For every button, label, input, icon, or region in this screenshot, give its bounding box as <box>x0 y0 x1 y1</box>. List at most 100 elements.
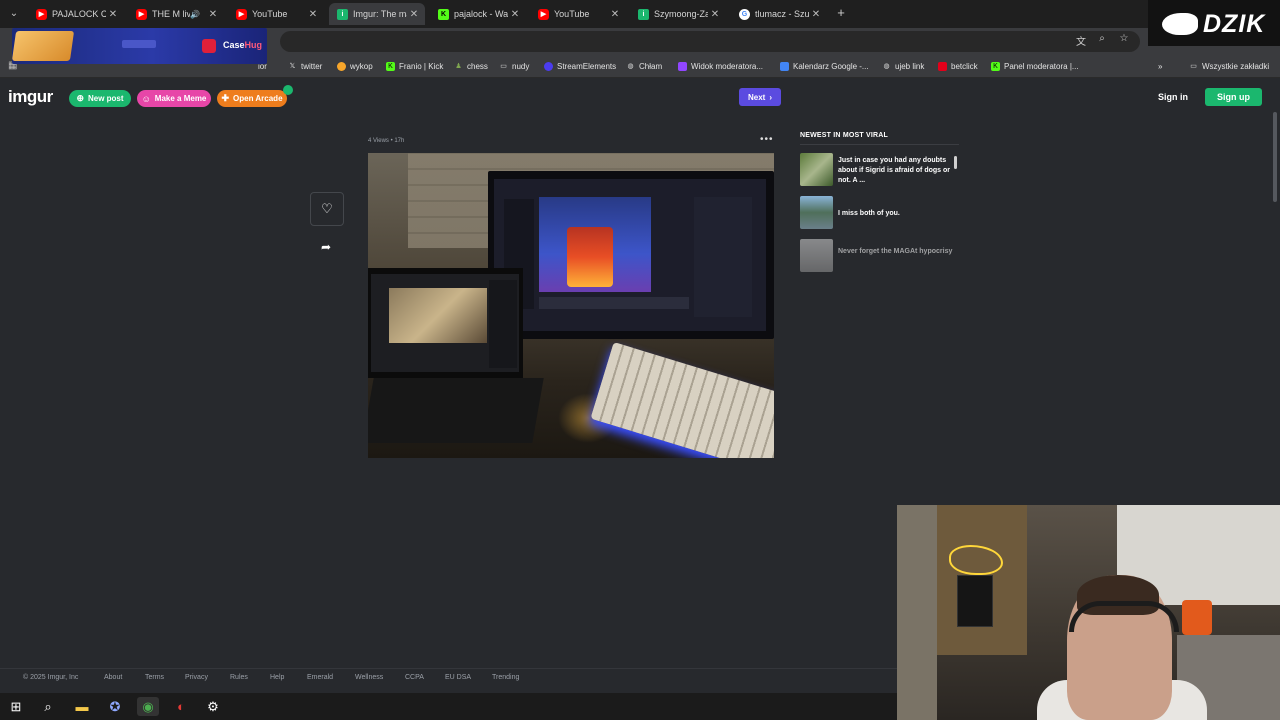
laptop-screen <box>371 274 519 372</box>
more-options-icon[interactable]: ••• <box>760 134 774 145</box>
bookmark-ujeb-link[interactable]: ◍ ujeb link <box>882 60 924 72</box>
close-icon[interactable]: ✕ <box>106 9 120 20</box>
monitor-chat <box>694 197 752 317</box>
bookmark-nudy[interactable]: ▭ nudy <box>499 60 529 72</box>
bookmark-chess[interactable]: ♟ chess <box>454 60 488 72</box>
bookmark-betclick[interactable]: betclick <box>938 60 978 72</box>
share-arrow-icon[interactable]: ➦ <box>318 240 334 256</box>
betclick-icon <box>938 61 947 71</box>
gamepad-icon: ✚ <box>221 93 230 103</box>
bookmark-kalendarz[interactable]: Kalendarz Google -... <box>780 60 869 72</box>
viral-item[interactable]: Never forget the MAGAt hypocrisy <box>800 239 959 273</box>
speaker-icon[interactable]: 🔊 <box>190 10 200 19</box>
tab-title: Szymoong-Zap <box>654 9 708 19</box>
close-icon[interactable]: ✕ <box>306 9 320 20</box>
laptop-video <box>389 288 487 343</box>
close-icon[interactable]: ✕ <box>809 9 823 20</box>
bookmark-label: Chłam <box>639 61 663 71</box>
footer-link-terms[interactable]: Terms <box>145 674 164 681</box>
footer-link-ccpa[interactable]: CCPA <box>405 674 424 681</box>
footer-link-trending[interactable]: Trending <box>492 674 519 681</box>
obs-icon[interactable]: ◐ <box>170 697 192 716</box>
app-icon[interactable]: ✪ <box>104 697 126 716</box>
new-tab-button[interactable]: + <box>834 5 848 21</box>
list-scrollbar[interactable] <box>954 156 957 169</box>
tab-title: YouTube <box>252 9 288 19</box>
kick-icon: K <box>438 8 449 20</box>
all-bookmarks[interactable]: ▭ Wszystkie zakładki <box>1189 60 1269 72</box>
bookmark-twitter[interactable]: 𝕏twitter <box>288 60 323 72</box>
bookmark-franio-kick[interactable]: K Franio | Kick <box>386 60 443 72</box>
search-icon[interactable]: ⌕ <box>37 697 59 716</box>
page-scrollbar[interactable] <box>1273 112 1277 202</box>
tab-search-icon[interactable]: ⌄ <box>6 6 22 22</box>
headset <box>1069 601 1179 632</box>
kick-icon: K <box>991 61 1000 71</box>
omnibox[interactable] <box>280 31 1140 52</box>
bookmark-panel-moderatora[interactable]: K Panel moderatora |... <box>991 60 1079 72</box>
youtube-icon: ▶ <box>36 8 47 20</box>
file-explorer-icon[interactable]: ▬ <box>71 697 93 716</box>
settings-gear-icon[interactable]: ⚙ <box>202 697 224 716</box>
monitor-screen <box>494 179 766 331</box>
footer-link-rules[interactable]: Rules <box>230 674 248 681</box>
footer-link-wellness[interactable]: Wellness <box>355 674 383 681</box>
bookmark-star-icon[interactable]: ☆ <box>1117 33 1131 44</box>
x-icon: 𝕏 <box>289 62 296 70</box>
post-image[interactable] <box>368 153 774 458</box>
tab-tlumacz[interactable]: G tlumacz - Szuk ✕ <box>731 3 827 25</box>
bookmark-label: twitter <box>301 61 323 71</box>
open-arcade-button[interactable]: ✚ Open Arcade <box>217 90 287 107</box>
dzik-logo: DZIK <box>1148 0 1280 46</box>
bookmark-chlam[interactable]: ◍ Chłam <box>626 60 662 72</box>
favorite-heart-icon[interactable]: ♡ <box>310 192 344 226</box>
footer-link-eu-dsa[interactable]: EU DSA <box>445 674 471 681</box>
monitor-video <box>539 197 651 292</box>
bookmark-wykop[interactable]: wykop <box>337 60 373 72</box>
streamelements-icon <box>544 61 553 71</box>
bookmark-streamelements[interactable]: StreamElements <box>544 60 616 72</box>
imgur-icon: i <box>638 8 649 20</box>
all-bookmarks-label: Wszystkie zakładki <box>1202 61 1270 71</box>
close-icon[interactable]: ✕ <box>508 9 522 20</box>
sign-up-button[interactable]: Sign up <box>1205 88 1262 106</box>
tab-youtube-1[interactable]: ▶ YouTube ✕ <box>228 3 324 25</box>
sign-in-link[interactable]: Sign in <box>1158 92 1188 102</box>
windows-start-icon[interactable]: ⊞ <box>5 697 27 716</box>
meme-icon: ☺ <box>141 93 151 104</box>
footer-link-privacy[interactable]: Privacy <box>185 674 208 681</box>
bookmarks-overflow-chevron-icon[interactable]: » <box>1158 60 1162 72</box>
tab-pajalock[interactable]: ▶ PAJALOCK CZY ✕ <box>28 3 124 25</box>
next-post-button[interactable]: Next › <box>739 88 781 106</box>
close-icon[interactable]: ✕ <box>708 9 722 20</box>
new-post-button[interactable]: ⊕ New post <box>69 90 131 107</box>
footer-link-emerald[interactable]: Emerald <box>307 674 333 681</box>
viral-item[interactable]: Just in case you had any doubts about if… <box>800 153 959 187</box>
translate-icon[interactable]: 文 <box>1074 33 1088 48</box>
newest-viral-heading: NEWEST IN MOST VIRAL <box>800 132 888 139</box>
folder-icon: ▭ <box>1190 62 1197 70</box>
close-icon[interactable]: ✕ <box>608 9 622 20</box>
chrome-icon[interactable]: ◉ <box>137 697 159 716</box>
new-post-label: New post <box>87 94 124 103</box>
viral-item[interactable]: I miss both of you. <box>800 196 959 230</box>
make-meme-button[interactable]: ☺ Make a Meme <box>137 90 211 107</box>
casehug-logo-icon <box>202 39 216 53</box>
footer-link-help[interactable]: Help <box>270 674 284 681</box>
footer-link-about[interactable]: About <box>104 674 122 681</box>
zoom-icon[interactable]: ⌕ <box>1095 33 1109 44</box>
tab-the-m-live[interactable]: ▶ THE M live 🔊 ✕ <box>128 3 224 25</box>
close-icon[interactable]: ✕ <box>206 9 220 20</box>
tab-imgur[interactable]: i Imgur: The ma ✕ <box>329 3 425 25</box>
folder-icon: ▭ <box>500 62 507 70</box>
viral-title: Never forget the MAGAt hypocrisy <box>838 248 953 255</box>
tab-youtube-2[interactable]: ▶ YouTube ✕ <box>530 3 626 25</box>
tab-title: tlumacz - Szuk <box>755 9 809 19</box>
taskbar: ⊞ ⌕ ▬ ✪ ◉ ◐ ⚙ <box>0 693 897 720</box>
imgur-logo[interactable]: imgur <box>8 87 53 107</box>
tab-szymoong[interactable]: i Szymoong-Zap ✕ <box>630 3 726 25</box>
close-icon[interactable]: ✕ <box>407 9 421 20</box>
casehug-banner: CaseHug <box>11 28 267 64</box>
bookmark-widok-moderatora[interactable]: Widok moderatora... <box>678 60 763 72</box>
tab-pajalock-kick[interactable]: K pajalock - Wat ✕ <box>430 3 526 25</box>
